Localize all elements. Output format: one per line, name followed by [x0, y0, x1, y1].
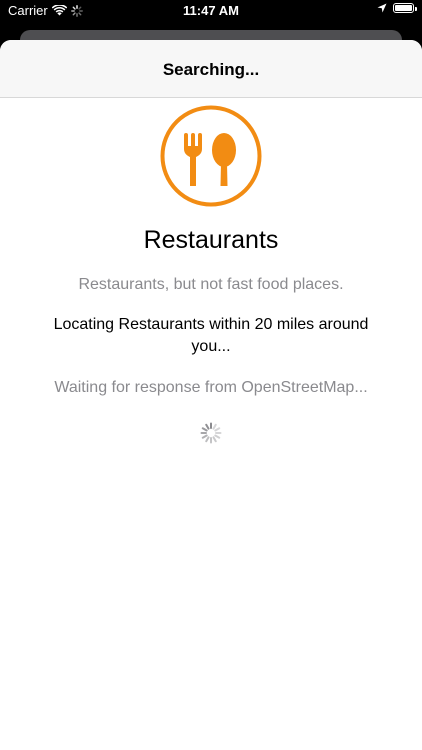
category-title: Restaurants: [143, 226, 279, 254]
modal-sheet: Searching... Restaurants Restaurants, bu…: [0, 40, 422, 750]
status-bar: Carrier 11:47 AM: [0, 0, 422, 22]
battery-icon: [393, 3, 417, 13]
locating-status: Locating Restaurants within 20 miles aro…: [53, 316, 369, 355]
category-description: Restaurants, but not fast food places.: [78, 276, 344, 293]
fork-spoon-icon: [160, 105, 262, 207]
navigation-bar: Searching...: [0, 40, 422, 98]
waiting-status: Waiting for response from OpenStreetMap.…: [54, 379, 368, 396]
status-time: 11:47 AM: [183, 3, 239, 18]
nav-title: Searching...: [162, 60, 260, 79]
loading-spinner-icon: [200, 422, 222, 444]
location-arrow-icon: [377, 3, 387, 13]
status-right: [377, 3, 417, 13]
